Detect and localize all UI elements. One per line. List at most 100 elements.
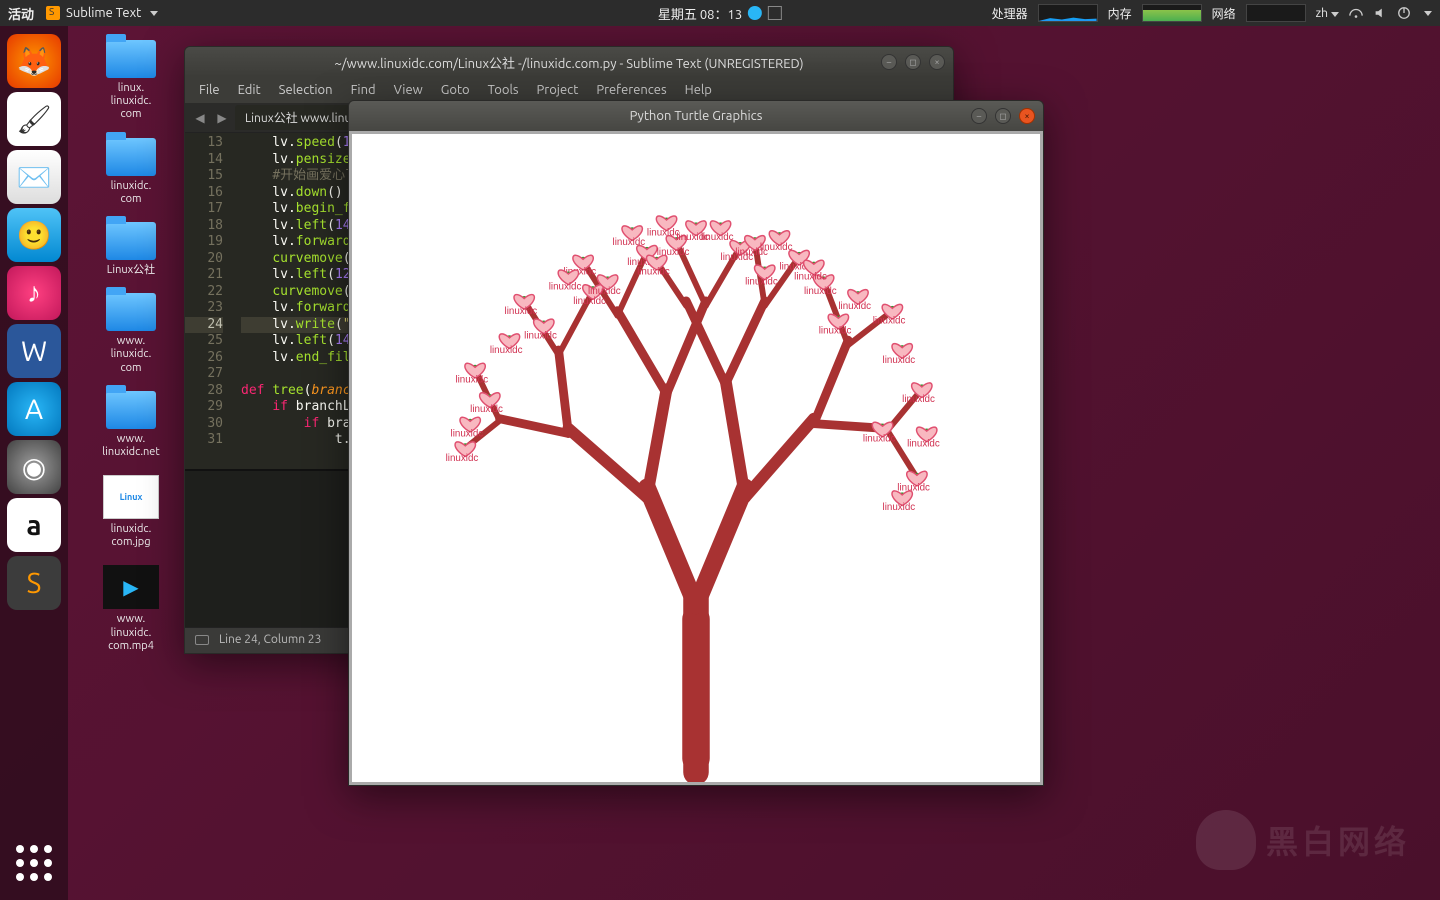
desktop-icon[interactable]: linuxidc. com [86, 138, 176, 206]
menu-selection[interactable]: Selection [279, 83, 333, 97]
svg-text:linuxidc: linuxidc [819, 326, 852, 337]
dock-appstore[interactable]: A [7, 382, 61, 436]
turtle-close-button[interactable]: × [1019, 108, 1035, 124]
line-number: 21 [185, 267, 223, 284]
turtle-maximize-button[interactable]: ◻ [995, 108, 1011, 124]
line-number: 19 [185, 234, 223, 251]
dock-music[interactable]: ♪ [7, 266, 61, 320]
net-graph[interactable] [1246, 4, 1306, 22]
clock[interactable]: 星期五 08：13 [658, 4, 782, 23]
turtle-window: Python Turtle Graphics – ◻ × linuxidclin… [348, 100, 1044, 786]
svg-text:linuxidc: linuxidc [760, 242, 793, 253]
svg-text:linuxidc: linuxidc [745, 276, 778, 287]
maximize-button[interactable]: ◻ [905, 54, 921, 70]
tab-nav-back[interactable]: ◀ [191, 111, 209, 125]
svg-text:linuxidc: linuxidc [637, 267, 670, 278]
watermark-icon [1196, 810, 1256, 870]
svg-text:linuxidc: linuxidc [883, 355, 916, 366]
line-number: 23 [185, 300, 223, 317]
dock-finder[interactable]: 🙂 [7, 208, 61, 262]
desktop-icon-label: Linux公社 [86, 264, 176, 277]
svg-text:linuxidc: linuxidc [455, 375, 488, 386]
folder-icon [106, 40, 156, 78]
cpu-graph[interactable] [1038, 4, 1098, 22]
close-button[interactable]: × [929, 54, 945, 70]
tab-nav-forward[interactable]: ▶ [213, 111, 231, 125]
desktop-icon[interactable]: Linux公社 [86, 222, 176, 277]
svg-text:linuxidc: linuxidc [573, 296, 606, 307]
folder-icon [106, 138, 156, 176]
desktop-icon[interactable]: Linuxlinuxidc. com.jpg [86, 475, 176, 549]
menu-help[interactable]: Help [685, 83, 712, 97]
app-menu[interactable]: Sublime Text [46, 6, 158, 20]
svg-text:linuxidc: linuxidc [794, 272, 827, 283]
folder-icon [106, 293, 156, 331]
panel-switcher-icon[interactable] [195, 635, 209, 645]
dock-mail[interactable]: ✉️ [7, 150, 61, 204]
power-icon[interactable] [1397, 6, 1411, 20]
folder-icon [106, 391, 156, 429]
gutter: 13141516171819202122232425262728293031 [185, 133, 231, 469]
dock-settings[interactable]: ◉ [7, 440, 61, 494]
volume-icon[interactable] [1373, 6, 1387, 20]
desktop-icon[interactable]: ▶www. linuxidc. com.mp4 [86, 565, 176, 653]
menu-find[interactable]: Find [351, 83, 376, 97]
menu-tools[interactable]: Tools [488, 83, 519, 97]
menu-goto[interactable]: Goto [441, 83, 470, 97]
desktop-icon[interactable]: www. linuxidc. com [86, 293, 176, 375]
clock-label: 星期五 08：13 [658, 4, 742, 23]
turtle-canvas: linuxidclinuxidclinuxidclinuxidclinuxidc… [352, 134, 1040, 782]
turtle-titlebar[interactable]: Python Turtle Graphics – ◻ × [349, 101, 1043, 131]
desktop-icon[interactable]: linux. linuxidc. com [86, 40, 176, 122]
svg-text:linuxidc: linuxidc [451, 429, 484, 440]
cursor-position: Line 24, Column 23 [219, 633, 321, 646]
dock-sublime[interactable]: S [7, 556, 61, 610]
folder-icon [106, 222, 156, 260]
svg-text:linuxidc: linuxidc [907, 438, 940, 449]
svg-text:linuxidc: linuxidc [902, 394, 935, 405]
svg-text:linuxidc: linuxidc [470, 404, 503, 415]
svg-text:linuxidc: linuxidc [588, 286, 621, 297]
dock-firefox[interactable]: 🦊 [7, 34, 61, 88]
activities-button[interactable]: 活动 [8, 4, 34, 23]
minimize-button[interactable]: – [881, 54, 897, 70]
menu-project[interactable]: Project [537, 83, 579, 97]
desktop-icon-label: www. linuxidc.net [86, 433, 176, 459]
desktop-icon-label: linuxidc. com.jpg [86, 523, 176, 549]
watermark-text: 黑白网络 [1266, 817, 1410, 863]
line-number: 17 [185, 201, 223, 218]
line-number: 22 [185, 284, 223, 301]
svg-text:linuxidc: linuxidc [524, 330, 557, 341]
tree-drawing: linuxidclinuxidclinuxidclinuxidclinuxidc… [352, 134, 1040, 782]
line-number: 15 [185, 168, 223, 185]
line-number: 16 [185, 185, 223, 202]
dock-paint[interactable]: 🖌 [7, 92, 61, 146]
mem-graph[interactable] [1142, 4, 1202, 22]
menu-file[interactable]: File [199, 83, 220, 97]
desktop-icon-label: linux. linuxidc. com [86, 82, 176, 122]
line-number: 20 [185, 251, 223, 268]
menu-view[interactable]: View [394, 83, 423, 97]
line-number: 31 [185, 432, 223, 449]
dock-amazon[interactable]: a [7, 498, 61, 552]
line-number: 13 [185, 135, 223, 152]
svg-text:linuxidc: linuxidc [490, 345, 523, 356]
menu-edit[interactable]: Edit [238, 83, 261, 97]
network-icon[interactable] [1349, 6, 1363, 20]
line-number: 28 [185, 383, 223, 400]
turtle-minimize-button[interactable]: – [971, 108, 987, 124]
menu-preferences[interactable]: Preferences [596, 83, 666, 97]
desktop-icon[interactable]: www. linuxidc.net [86, 391, 176, 459]
notification-icon [768, 6, 782, 20]
line-number: 14 [185, 152, 223, 169]
svg-text:linuxidc: linuxidc [549, 281, 582, 292]
show-applications-button[interactable] [7, 836, 61, 890]
dock-word[interactable]: W [7, 324, 61, 378]
turtle-title: Python Turtle Graphics [630, 109, 763, 123]
input-method[interactable]: zh [1316, 7, 1339, 20]
svg-text:linuxidc: linuxidc [883, 502, 916, 513]
line-number: 29 [185, 399, 223, 416]
system-menu-chevron-icon[interactable] [1424, 11, 1432, 16]
sublime-titlebar[interactable]: ~/www.linuxidc.com/Linux公社 -/linuxidc.co… [185, 47, 953, 77]
svg-text:linuxidc: linuxidc [446, 453, 479, 464]
